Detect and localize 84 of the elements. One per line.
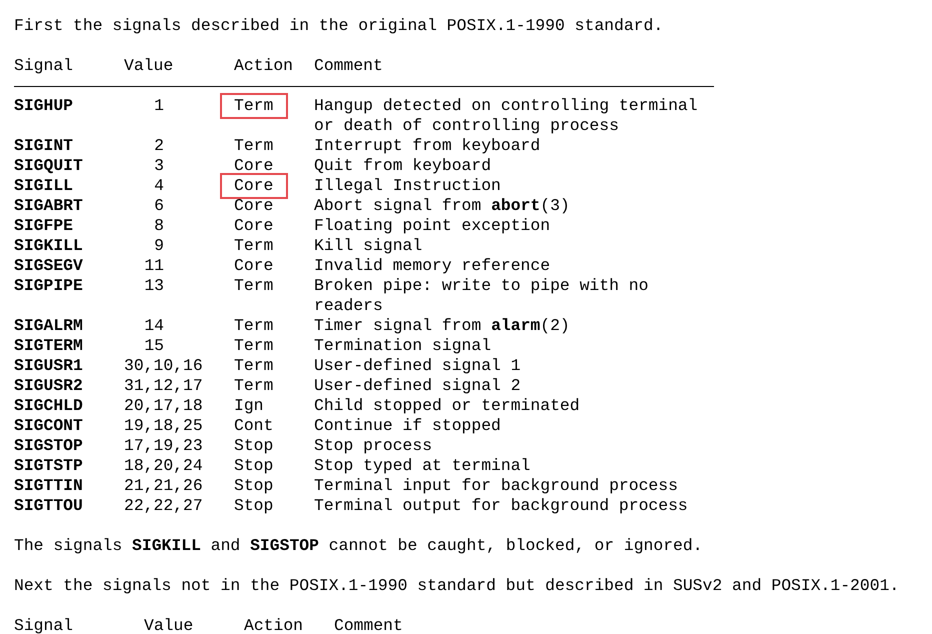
signal-action: Term	[233, 355, 274, 377]
signal-value: 18,20,24	[124, 456, 203, 475]
signal-comment: Interrupt from keyboard	[314, 136, 540, 156]
signal-action: Term	[233, 315, 274, 337]
signal-value: 9	[154, 236, 164, 255]
signal-action: Term	[233, 275, 274, 297]
signal-action: Term	[233, 135, 274, 157]
signal-name: SIGALRM	[14, 316, 83, 335]
signal-action: Stop	[233, 495, 274, 517]
signal-name: SIGHUP	[14, 96, 74, 115]
note-text: The signals SIGKILL and SIGSTOP cannot be caught, blocked, or ignored.	[14, 536, 703, 555]
column-header: Signal	[14, 616, 74, 634]
signal-comment: Invalid memory reference	[314, 256, 550, 276]
signal-comment: Child stopped or terminated	[314, 396, 580, 416]
signal-action: Term	[233, 235, 274, 257]
column-header: Action	[244, 616, 304, 634]
signal-value: 8	[154, 216, 164, 235]
signal-name: SIGILL	[14, 176, 74, 195]
signal-name: SIGSTOP	[14, 436, 83, 455]
intro-text: First the signals described in the original POSIX.1-1990 standard.	[14, 16, 664, 35]
signal-action: Cont	[233, 415, 274, 437]
signal-comment: Quit from keyboard	[314, 156, 492, 176]
signal-value: 30,10,16	[124, 356, 203, 375]
signal-action: Ign	[233, 395, 265, 417]
signal-value: 17,19,23	[124, 436, 203, 455]
column-header: Value	[144, 616, 194, 634]
column-header: Action	[234, 56, 294, 75]
column-header: Comment	[314, 56, 383, 75]
signal-value: 11	[144, 256, 164, 275]
signal-name: SIGKILL	[14, 236, 83, 255]
signal-name: SIGINT	[14, 136, 74, 155]
signal-comment: Illegal Instruction	[314, 176, 501, 196]
signal-action: Core	[233, 255, 274, 277]
signal-value: 14	[144, 316, 164, 335]
column-header: Comment	[334, 616, 403, 634]
signal-name: SIGTSTP	[14, 456, 83, 475]
signal-comment: Terminal input for background process	[314, 476, 678, 496]
signal-value: 13	[144, 276, 164, 295]
signal-name: SIGTTOU	[14, 496, 83, 515]
signal-comment: Timer signal from alarm(2)	[314, 316, 570, 336]
signal-comment: User-defined signal 2	[314, 376, 521, 396]
signal-name: SIGUSR2	[14, 376, 83, 395]
signal-name: SIGFPE	[14, 216, 74, 235]
signal-value: 19,18,25	[124, 416, 203, 435]
signal-comment: Hangup detected on controlling terminal or death of controlling process	[314, 96, 698, 136]
signal-name: SIGTTIN	[14, 476, 83, 495]
signal-name: SIGTERM	[14, 336, 83, 355]
signal-comment: Stop typed at terminal	[314, 456, 530, 476]
signal-action: Term	[220, 93, 288, 119]
signal-value: 31,12,17	[124, 376, 203, 395]
signal-comment: Floating point exception	[314, 216, 550, 236]
signal-value: 1	[154, 96, 164, 115]
signal-name: SIGCONT	[14, 416, 83, 435]
intro-text: Next the signals not in the POSIX.1-1990 standard but described in SUSv2 and POSIX.1-2001.	[14, 576, 900, 595]
signal-comment: Terminal output for background process	[314, 496, 688, 516]
signal-comment: Continue if stopped	[314, 416, 501, 436]
signal-action: Core	[220, 173, 288, 199]
signal-value: 20,17,18	[124, 396, 203, 415]
signal-name: SIGPIPE	[14, 276, 83, 295]
signal-value: 21,21,26	[124, 476, 203, 495]
signal-comment: Kill signal	[314, 236, 422, 256]
signal-name: SIGQUIT	[14, 156, 83, 175]
signal-name: SIGABRT	[14, 196, 83, 215]
signal-action: Stop	[233, 475, 274, 497]
signal-action: Term	[233, 335, 274, 357]
signal-name: SIGCHLD	[14, 396, 83, 415]
signal-value: 4	[154, 176, 164, 195]
signal-value: 3	[154, 156, 164, 175]
signal-action: Stop	[233, 435, 274, 457]
signal-comment: Termination signal	[314, 336, 492, 356]
signal-value: 6	[154, 196, 164, 215]
column-header: Value	[124, 56, 174, 75]
column-header: Signal	[14, 56, 74, 75]
signal-action: Stop	[233, 455, 274, 477]
signal-comment: Abort signal from abort(3)	[314, 196, 570, 216]
signal-name: SIGSEGV	[14, 256, 83, 275]
signal-value: 22,22,27	[124, 496, 203, 515]
signal-comment: Stop process	[314, 436, 432, 456]
signal-value: 15	[144, 336, 164, 355]
signal-action: Term	[233, 375, 274, 397]
signal-comment: User-defined signal 1	[314, 356, 521, 376]
signal-value: 2	[154, 136, 164, 155]
signal-name: SIGUSR1	[14, 356, 83, 375]
signal-action: Core	[233, 215, 274, 237]
